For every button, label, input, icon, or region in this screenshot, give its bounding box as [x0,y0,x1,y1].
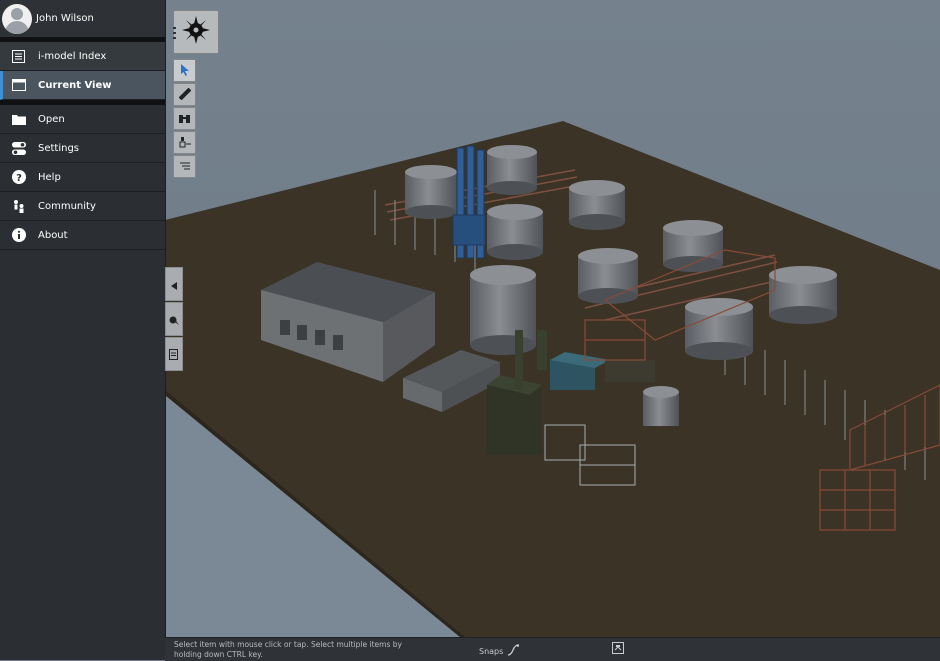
menu-item-label: About [38,229,68,241]
side-panel-tabs [165,267,183,372]
markup-icon [169,310,179,329]
question-icon: ? [11,170,26,185]
status-bar: Select item with mouse click or tap. Sel… [165,637,940,661]
menu-item-label: i-model Index [38,50,107,62]
menu-item-settings[interactable]: Settings [0,134,165,163]
svg-text:?: ? [16,173,22,184]
fit-view-button[interactable] [612,642,624,654]
markup-button[interactable] [165,302,183,336]
drag-handle[interactable] [173,27,176,40]
menu-item-label: Open [38,113,65,125]
snap-icon [507,644,520,658]
select-arrow-icon [180,61,190,80]
main-tool-button[interactable] [173,10,219,54]
folder-icon [11,112,26,127]
report-button[interactable] [165,337,183,371]
measure-tool-button[interactable] [173,83,196,106]
menu-item-help[interactable]: ? Help [0,163,165,192]
panel-toggle-icon [171,275,177,294]
index-icon [11,49,26,64]
fit-view-icon [612,642,624,656]
compass-gear-icon [182,16,210,48]
distillation-columns [452,145,486,259]
snaps-toggle[interactable]: Snaps [479,644,520,658]
properties-icon [179,133,191,152]
measure-ruler-icon [178,85,191,104]
panel-toggle-button[interactable] [165,267,183,301]
snaps-label: Snaps [479,646,504,656]
menu-item-label: Settings [38,142,80,154]
menu-item-label: Current View [38,79,112,91]
sidebar: John Wilson i-model Index Current View O… [0,0,166,660]
menu-item-open[interactable]: Open [0,105,165,134]
toggle-icon [11,141,26,156]
layers-icon [179,157,191,176]
search-tool-button[interactable] [173,107,196,130]
3d-viewport[interactable] [165,0,940,637]
properties-tool-button[interactable] [173,131,196,154]
plant-model-scene[interactable] [165,0,940,637]
menu-item-current-view[interactable]: Current View [0,71,165,100]
layers-tool-button[interactable] [173,155,196,178]
menu-item-community[interactable]: Community [0,192,165,221]
tool-stack [173,59,196,179]
report-icon [169,345,179,364]
menu-item-label: Help [38,171,61,183]
menu-item-label: Community [38,200,96,212]
menu-item-imodel-index[interactable]: i-model Index [0,42,165,71]
select-tool-button[interactable] [173,59,196,82]
window-icon [11,78,26,93]
user-name: John Wilson [36,13,94,24]
binoculars-icon [178,109,191,128]
selection-hint: Select item with mouse click or tap. Sel… [174,640,402,659]
info-icon [11,228,26,243]
user-header[interactable]: John Wilson [0,0,165,37]
community-icon [11,199,26,214]
user-avatar-icon [2,3,32,34]
menu-item-about[interactable]: About [0,221,165,250]
